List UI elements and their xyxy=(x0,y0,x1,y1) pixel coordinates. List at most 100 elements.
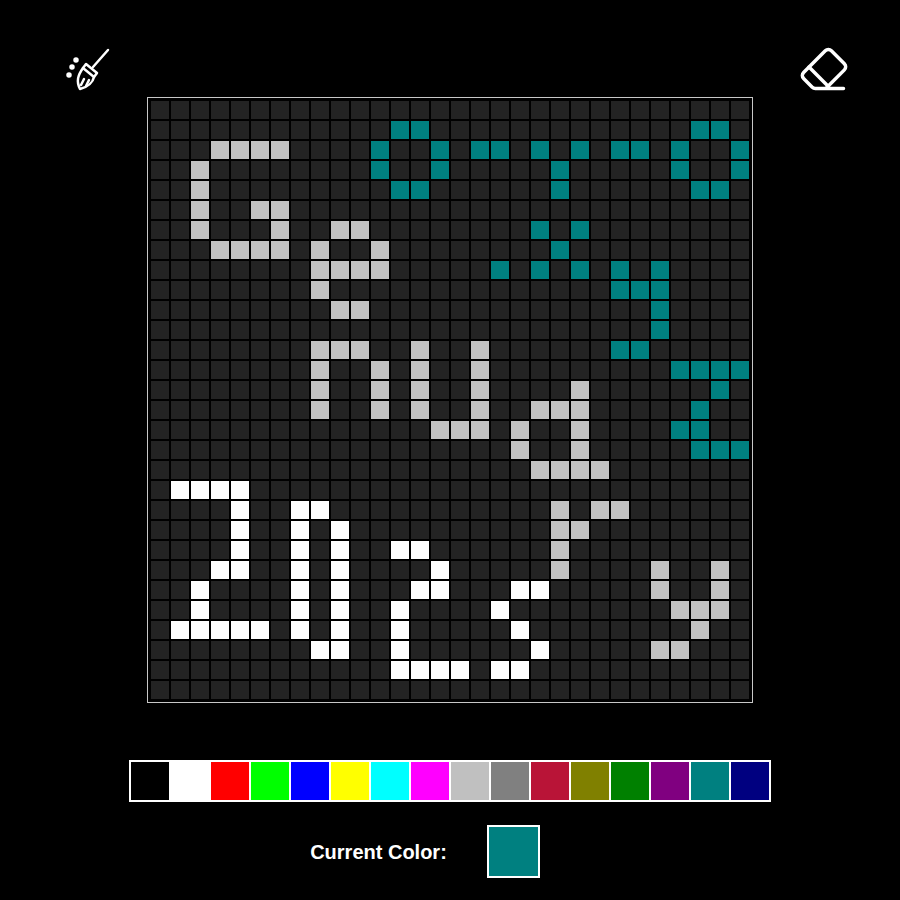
canvas-cell[interactable] xyxy=(391,561,409,579)
canvas-cell[interactable] xyxy=(571,461,589,479)
canvas-cell[interactable] xyxy=(351,541,369,559)
canvas-cell[interactable] xyxy=(551,161,569,179)
canvas-cell[interactable] xyxy=(511,241,529,259)
canvas-cell[interactable] xyxy=(151,221,169,239)
canvas-cell[interactable] xyxy=(591,341,609,359)
canvas-cell[interactable] xyxy=(271,101,289,119)
canvas-cell[interactable] xyxy=(331,301,349,319)
canvas-cell[interactable] xyxy=(371,401,389,419)
canvas-cell[interactable] xyxy=(351,241,369,259)
canvas-cell[interactable] xyxy=(611,481,629,499)
canvas-cell[interactable] xyxy=(651,601,669,619)
canvas-cell[interactable] xyxy=(311,261,329,279)
canvas-cell[interactable] xyxy=(551,401,569,419)
canvas-cell[interactable] xyxy=(571,321,589,339)
canvas-cell[interactable] xyxy=(651,341,669,359)
canvas-cell[interactable] xyxy=(191,121,209,139)
canvas-cell[interactable] xyxy=(231,221,249,239)
canvas-cell[interactable] xyxy=(171,641,189,659)
canvas-cell[interactable] xyxy=(731,281,749,299)
canvas-cell[interactable] xyxy=(711,621,729,639)
canvas-cell[interactable] xyxy=(411,381,429,399)
canvas-cell[interactable] xyxy=(231,501,249,519)
canvas-cell[interactable] xyxy=(311,641,329,659)
canvas-cell[interactable] xyxy=(491,621,509,639)
canvas-cell[interactable] xyxy=(251,621,269,639)
canvas-cell[interactable] xyxy=(571,501,589,519)
canvas-cell[interactable] xyxy=(671,621,689,639)
canvas-cell[interactable] xyxy=(271,221,289,239)
canvas-cell[interactable] xyxy=(331,361,349,379)
canvas-cell[interactable] xyxy=(171,181,189,199)
canvas-cell[interactable] xyxy=(411,501,429,519)
canvas-cell[interactable] xyxy=(171,601,189,619)
canvas-cell[interactable] xyxy=(571,361,589,379)
canvas-cell[interactable] xyxy=(631,201,649,219)
canvas-cell[interactable] xyxy=(511,181,529,199)
canvas-cell[interactable] xyxy=(331,261,349,279)
canvas-cell[interactable] xyxy=(551,381,569,399)
canvas-cell[interactable] xyxy=(631,361,649,379)
canvas-cell[interactable] xyxy=(571,181,589,199)
canvas-cell[interactable] xyxy=(571,161,589,179)
canvas-cell[interactable] xyxy=(551,441,569,459)
canvas-cell[interactable] xyxy=(591,321,609,339)
canvas-cell[interactable] xyxy=(171,141,189,159)
canvas-cell[interactable] xyxy=(471,681,489,699)
palette-swatch[interactable] xyxy=(610,761,650,801)
canvas-cell[interactable] xyxy=(391,541,409,559)
canvas-cell[interactable] xyxy=(611,241,629,259)
canvas-cell[interactable] xyxy=(691,361,709,379)
canvas-cell[interactable] xyxy=(251,441,269,459)
palette-swatch[interactable] xyxy=(570,761,610,801)
canvas-cell[interactable] xyxy=(531,641,549,659)
canvas-cell[interactable] xyxy=(271,641,289,659)
canvas-cell[interactable] xyxy=(391,241,409,259)
canvas-cell[interactable] xyxy=(631,641,649,659)
canvas-cell[interactable] xyxy=(471,561,489,579)
canvas-cell[interactable] xyxy=(691,481,709,499)
canvas-cell[interactable] xyxy=(611,141,629,159)
canvas-cell[interactable] xyxy=(651,321,669,339)
canvas-cell[interactable] xyxy=(151,161,169,179)
canvas-cell[interactable] xyxy=(611,341,629,359)
canvas-cell[interactable] xyxy=(471,181,489,199)
canvas-cell[interactable] xyxy=(671,381,689,399)
canvas-cell[interactable] xyxy=(351,381,369,399)
canvas-cell[interactable] xyxy=(431,121,449,139)
canvas-cell[interactable] xyxy=(731,641,749,659)
canvas-cell[interactable] xyxy=(591,401,609,419)
canvas-cell[interactable] xyxy=(291,161,309,179)
canvas-cell[interactable] xyxy=(371,381,389,399)
canvas-cell[interactable] xyxy=(611,181,629,199)
canvas-cell[interactable] xyxy=(331,241,349,259)
canvas-cell[interactable] xyxy=(611,261,629,279)
canvas-cell[interactable] xyxy=(511,441,529,459)
canvas-cell[interactable] xyxy=(271,141,289,159)
palette-swatch[interactable] xyxy=(650,761,690,801)
canvas-cell[interactable] xyxy=(691,581,709,599)
canvas-cell[interactable] xyxy=(251,101,269,119)
canvas-cell[interactable] xyxy=(451,141,469,159)
canvas-cell[interactable] xyxy=(411,101,429,119)
canvas-cell[interactable] xyxy=(331,281,349,299)
canvas-cell[interactable] xyxy=(671,481,689,499)
canvas-cell[interactable] xyxy=(531,421,549,439)
canvas-cell[interactable] xyxy=(271,521,289,539)
canvas-cell[interactable] xyxy=(591,601,609,619)
canvas-cell[interactable] xyxy=(171,561,189,579)
canvas-cell[interactable] xyxy=(211,461,229,479)
canvas-cell[interactable] xyxy=(611,601,629,619)
canvas-cell[interactable] xyxy=(271,481,289,499)
canvas-cell[interactable] xyxy=(711,201,729,219)
canvas-cell[interactable] xyxy=(711,301,729,319)
canvas-cell[interactable] xyxy=(371,341,389,359)
canvas-cell[interactable] xyxy=(611,681,629,699)
canvas-cell[interactable] xyxy=(391,101,409,119)
canvas-cell[interactable] xyxy=(311,381,329,399)
canvas-cell[interactable] xyxy=(211,301,229,319)
canvas-cell[interactable] xyxy=(231,661,249,679)
canvas-cell[interactable] xyxy=(411,681,429,699)
canvas-cell[interactable] xyxy=(691,201,709,219)
canvas-cell[interactable] xyxy=(631,521,649,539)
